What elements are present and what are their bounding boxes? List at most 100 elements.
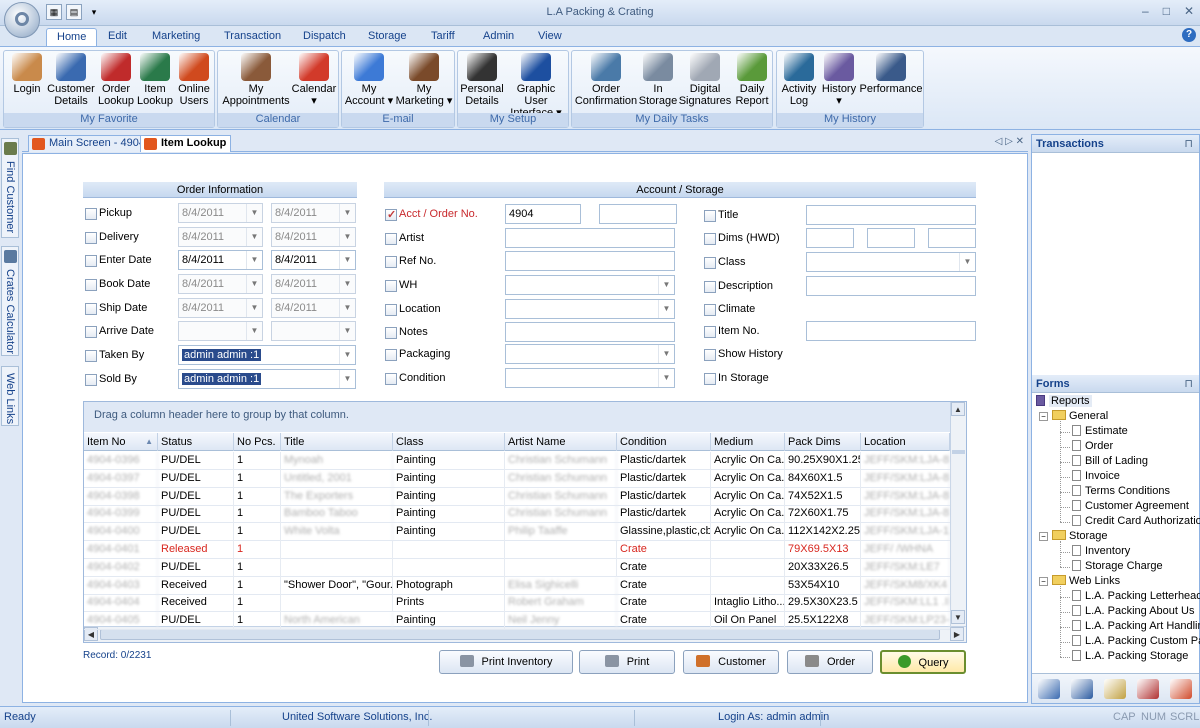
chevron-down-icon[interactable]: ▼ [658, 345, 674, 363]
collapse-icon[interactable]: − [1039, 412, 1048, 421]
pickup-to-date[interactable]: 8/4/2011 ▼ [271, 203, 356, 223]
scroll-thumb[interactable] [952, 450, 965, 454]
daily-report-button[interactable]: Daily Report [732, 53, 772, 107]
enter-date-from-date[interactable]: 8/4/2011 ▼ [178, 250, 263, 270]
tree-item-inventory[interactable]: Inventory [1072, 545, 1130, 557]
activity-log-button[interactable]: Activity Log [779, 53, 819, 107]
mail-settings-icon[interactable] [1071, 679, 1093, 699]
location-select[interactable]: ▼ [505, 299, 675, 319]
width-input[interactable] [867, 228, 915, 248]
close-button[interactable]: ✕ [1184, 4, 1194, 18]
tree-item-customer-agreement[interactable]: Customer Agreement [1072, 500, 1189, 512]
chevron-down-icon[interactable]: ▼ [339, 275, 355, 293]
performance-button[interactable]: Performance [859, 53, 923, 95]
ref-no-input[interactable] [505, 251, 675, 271]
my-account-button[interactable]: My Account ▾ [344, 53, 394, 107]
arrive-date-to-date[interactable]: ▼ [271, 321, 356, 341]
tree-item-terms-conditions[interactable]: Terms Conditions [1072, 485, 1170, 497]
tree-item-l-a-packing-letterhead[interactable]: L.A. Packing Letterhead [1072, 590, 1200, 602]
condition-select[interactable]: ▼ [505, 368, 675, 388]
book-date-to-date[interactable]: 8/4/2011 ▼ [271, 274, 356, 294]
item-no-input[interactable] [806, 321, 976, 341]
chevron-down-icon[interactable]: ▼ [246, 299, 262, 317]
title-input[interactable] [806, 205, 976, 225]
wh-select[interactable]: ▼ [505, 275, 675, 295]
table-row[interactable]: 4904-0399 PU/DEL 1 Bamboo Taboo Painting Chri… [84, 505, 950, 524]
collapse-icon[interactable]: − [1039, 532, 1048, 541]
order-confirmation-button[interactable]: Order Confirmation [574, 53, 638, 107]
tab-web-links[interactable]: Web Links [1, 366, 19, 426]
chevron-down-icon[interactable]: ▼ [246, 228, 262, 246]
gui-button[interactable]: Graphic UserInterface ▾ [504, 53, 568, 119]
tree-item-l-a-packing-about-us[interactable]: L.A. Packing About Us [1072, 605, 1194, 617]
tree-item-credit-card-authorization[interactable]: Credit Card Authorization [1072, 515, 1200, 527]
chevron-down-icon[interactable]: ▼ [246, 322, 262, 340]
tree-item-storage-charge[interactable]: Storage Charge [1072, 560, 1163, 572]
table-row[interactable]: 4904-0396 PU/DEL 1 Mynoah Painting Christian … [84, 452, 950, 470]
artist-checkbox[interactable] [385, 233, 397, 245]
book-date-checkbox[interactable] [85, 279, 97, 291]
tree-item-l-a-packing-custom-packing[interactable]: L.A. Packing Custom Packing [1072, 635, 1200, 647]
tab-crates-calculator[interactable]: Crates Calculator [1, 246, 19, 356]
table-row[interactable]: 4904-0404 Received 1 Prints Robert Graham Cra… [84, 594, 950, 613]
class-checkbox[interactable] [704, 257, 716, 269]
table-row[interactable]: 4904-0402 PU/DEL 1 Crate 20X33X26.5 JEFF/SKM:… [84, 558, 950, 577]
maximize-button[interactable]: □ [1163, 4, 1170, 18]
chevron-down-icon[interactable]: ▼ [246, 251, 262, 269]
query-button[interactable]: Query [880, 650, 966, 674]
tab-view[interactable]: View [528, 28, 572, 46]
my-marketing-button[interactable]: My Marketing ▾ [394, 53, 454, 107]
history-button[interactable]: History ▾ [819, 53, 859, 107]
table-row[interactable]: 4904-0403 Received 1 "Shower Door", "Gour..… [84, 576, 950, 595]
app-menu-button[interactable] [4, 2, 40, 38]
tree-item-bill-of-lading[interactable]: Bill of Lading [1072, 455, 1148, 467]
chevron-down-icon[interactable]: ▼ [959, 253, 975, 271]
collapse-icon[interactable]: − [1039, 577, 1048, 586]
ship-date-from-date[interactable]: 8/4/2011 ▼ [178, 298, 263, 318]
height-input[interactable] [806, 228, 854, 248]
scroll-up-icon[interactable]: ▲ [951, 402, 965, 416]
item-lookup-button[interactable]: Item Lookup [136, 53, 174, 107]
tab-storage[interactable]: Storage [358, 28, 417, 46]
item-no-checkbox[interactable] [704, 326, 716, 338]
column-header-condition[interactable]: Condition [617, 433, 711, 451]
tree-root-reports[interactable]: Reports [1036, 395, 1092, 407]
column-header-item-no[interactable]: Item No ▲ [84, 433, 158, 451]
chevron-down-icon[interactable]: ▼ [246, 204, 262, 222]
personal-details-button[interactable]: Personal Details [460, 53, 504, 107]
pin-icon[interactable]: ⊓ [1184, 135, 1193, 153]
chevron-down-icon[interactable]: ▼ [339, 251, 355, 269]
tab-admin[interactable]: Admin [473, 28, 524, 46]
tree-folder-web-links[interactable]: Web Links [1052, 575, 1120, 587]
my-appointments-button[interactable]: My Appointments [220, 53, 292, 107]
tab-edit[interactable]: Edit [98, 28, 137, 46]
class-select[interactable]: ▼ [806, 252, 976, 272]
calendar-button[interactable]: Calendar ▾ [290, 53, 338, 107]
chevron-down-icon[interactable]: ▼ [658, 300, 674, 318]
tab-dispatch[interactable]: Dispatch [293, 28, 356, 46]
chevron-down-icon[interactable]: ▼ [339, 346, 355, 364]
arrive-date-checkbox[interactable] [85, 326, 97, 338]
print-inventory-button[interactable]: Print Inventory [439, 650, 573, 674]
form-icon[interactable] [1104, 679, 1126, 699]
sold-by-checkbox[interactable] [85, 374, 97, 386]
delivery-from-date[interactable]: 8/4/2011 ▼ [178, 227, 263, 247]
tree-item-estimate[interactable]: Estimate [1072, 425, 1128, 437]
table-row[interactable]: 4904-0397 PU/DEL 1 Untitled, 2001 Painting Ch… [84, 469, 950, 488]
table-row[interactable]: 4904-0401 Released 1 Crate 79X69.5X13 JEFF/ /… [84, 541, 950, 559]
packaging-checkbox[interactable] [385, 349, 397, 361]
order-lookup-button[interactable]: Order Lookup [96, 53, 136, 107]
grid-vertical-scrollbar[interactable]: ▲ ▼ [950, 402, 966, 626]
tab-home[interactable]: Home [46, 28, 98, 46]
title-checkbox[interactable] [704, 210, 716, 222]
acct-order-input[interactable]: 4904 [505, 204, 581, 224]
document-tab-controls[interactable]: ◁ ▷ ✕ [995, 136, 1024, 147]
column-header-artist-name[interactable]: Artist Name [505, 433, 617, 451]
tree-item-l-a-packing-storage[interactable]: L.A. Packing Storage [1072, 650, 1188, 662]
login-button[interactable]: Login [8, 53, 46, 95]
tab-transaction[interactable]: Transaction [214, 28, 291, 46]
clock-icon[interactable] [1038, 679, 1060, 699]
tab-item-lookup[interactable]: Item Lookup [140, 135, 232, 152]
chevron-down-icon[interactable]: ▼ [339, 322, 355, 340]
chevron-down-icon[interactable]: ▼ [339, 370, 355, 388]
